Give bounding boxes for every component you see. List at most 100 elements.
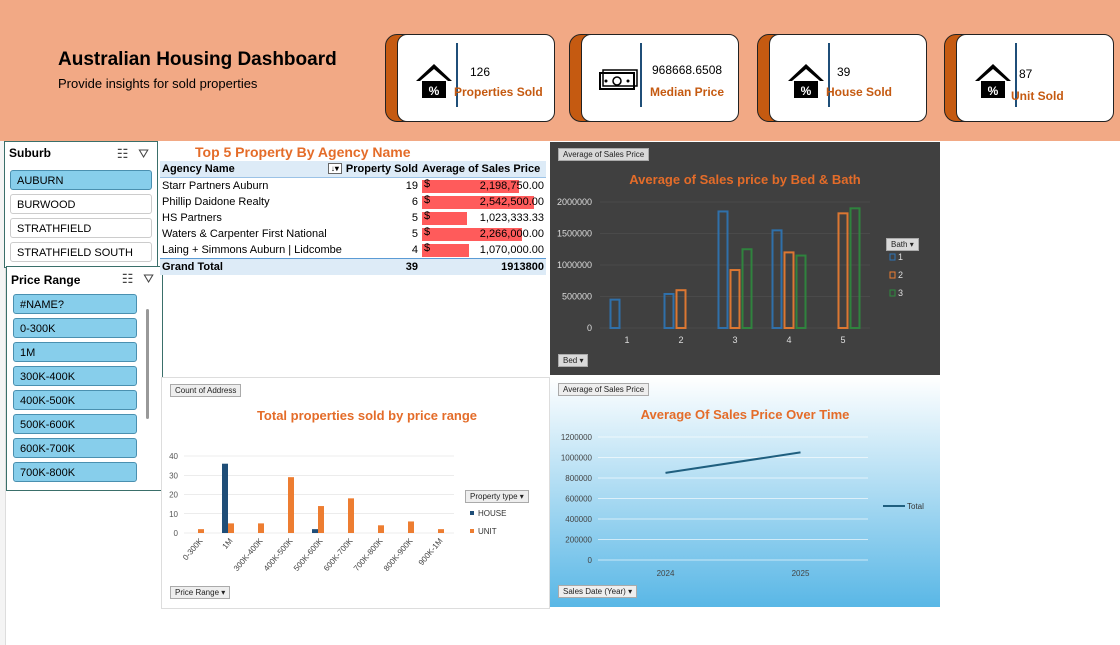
legend-swatch [470,511,474,515]
kpi-card-median-price[interactable]: 968668.6508 Median Price [569,34,739,122]
y-tick-label: 1200000 [561,433,593,442]
kpi-card-unit-sold[interactable]: % 87 Unit Sold [944,34,1114,122]
bar [288,477,294,533]
column-header: Average of Sales Price [420,161,546,178]
slicer-item[interactable]: 500K-600K [13,414,137,434]
bar [663,292,675,329]
slicer-item-strathfield[interactable]: STRATHFIELD [10,218,152,238]
legend-swatch [889,289,896,297]
legend-field-button[interactable]: Property type ▾ [465,490,529,503]
y-tick-label: 0 [588,556,593,565]
kpi-value: 87 [1019,67,1033,81]
dashboard-title: Australian Housing Dashboard [58,49,337,70]
x-tick-label: 3 [732,335,737,345]
y-tick-label: 30 [169,471,178,480]
bar [318,506,324,533]
slicer-item[interactable]: 300K-400K [13,366,137,386]
clear-filter-icon[interactable]: ⛛ [143,271,154,286]
bar [258,523,264,533]
slicer-item-auburn[interactable]: AUBURN [10,170,152,190]
kpi-card-properties-sold[interactable]: % 126 Properties Sold [385,34,555,122]
house-percent-icon: % [788,64,824,98]
y-tick-label: 10 [169,510,178,519]
pivot-title: Top 5 Property By Agency Name [195,144,411,160]
slicer-title: Suburb [9,146,51,160]
table-row[interactable]: HS Partners 5 $1,023,333.33 [160,210,546,226]
multi-select-icon[interactable]: ☷ [117,146,129,161]
sort-filter-icon[interactable]: ↓▾ [327,163,342,174]
legend-label: 3 [898,288,903,298]
clear-filter-icon[interactable]: ⛛ [138,146,149,161]
x-tick-label: 1M [220,536,234,551]
chart-over-time-panel[interactable]: Average of Sales Price Average Of Sales … [550,377,940,607]
y-tick-label: 600000 [565,495,592,504]
axis-field-button[interactable]: Bed ▾ [558,354,589,367]
legend-field-button[interactable]: Bath ▾ [886,238,919,251]
legend-label: 2 [898,270,903,280]
table-row[interactable]: Phillip Daidone Realty 6 $2,542,500.00 [160,194,546,210]
y-tick-label: 2000000 [557,197,592,207]
svg-text:%: % [801,84,812,98]
x-tick-label: 300K-400K [232,536,265,573]
axis-field-button[interactable]: Price Range ▾ [170,586,231,599]
y-tick-label: 200000 [565,536,592,545]
kpi-value: 39 [837,65,851,79]
legend-label: UNIT [478,527,497,536]
legend-swatch [889,253,896,261]
bar [222,463,228,533]
bar [438,529,444,533]
slicer-item[interactable]: 1M [13,342,137,362]
over-time-chart: 0 200000 400000 600000 800000 1000000 1200000 2… [561,433,924,578]
slicer-item-strathfield-south[interactable]: STRATHFIELD SOUTH [10,242,152,262]
y-tick-label: 20 [169,491,178,500]
slicer-item[interactable]: 700K-800K [13,462,137,482]
kpi-card-house-sold[interactable]: % 39 House Sold [757,34,927,122]
column-header: Property Sold [343,161,421,178]
kpi-value: 126 [470,65,491,79]
slicer-item[interactable]: #NAME? [13,294,137,314]
svg-text:%: % [429,84,440,98]
y-tick-label: 1000000 [561,454,593,463]
x-tick-label: 5 [840,335,845,345]
bar [717,210,729,329]
axis-field-button[interactable]: Sales Date (Year) ▾ [558,585,638,598]
column-header: Agency Name ↓▾ [160,161,344,178]
kpi-label: Unit Sold [1011,89,1064,103]
slicer-title: Price Range [11,273,81,287]
slicer-item[interactable]: 400K-500K [13,390,137,410]
bar [378,525,384,533]
y-tick-label: 0 [174,529,179,538]
grand-total-row: Grand Total 39 1913800 [160,258,546,275]
bar [729,269,741,329]
slicer-item[interactable]: 0-300K [13,318,137,338]
house-percent-icon: % [416,64,452,98]
bar [837,212,849,329]
slicer-item-burwood[interactable]: BURWOOD [10,194,152,214]
table-row[interactable]: Starr Partners Auburn 19 $2,198,750.00 [160,178,546,195]
slicer-scrollbar[interactable] [146,309,149,419]
bar [795,254,807,329]
bar [408,521,414,533]
y-tick-label: 800000 [565,474,592,483]
chart-price-range-panel[interactable]: Count of Address Total properties sold b… [161,377,550,609]
table-row[interactable]: Laing + Simmons Auburn | Lidcombe 4 $1,0… [160,242,546,259]
x-tick-label: 2024 [657,569,675,578]
legend-swatch [889,271,896,279]
price-range-slicer[interactable]: Price Range ☷ ⛛ #NAME? 0-300K 1M 300K-40… [6,266,163,491]
x-tick-label: 800K-900K [382,536,415,573]
multi-select-icon[interactable]: ☷ [122,271,134,286]
slicer-item[interactable]: 600K-700K [13,438,137,458]
suburb-slicer[interactable]: Suburb ☷ ⛛ AUBURN BURWOOD STRATHFIELD ST… [4,141,158,268]
y-tick-label: 1500000 [557,229,592,239]
x-tick-label: 1 [624,335,629,345]
table-row[interactable]: Waters & Carpenter First National 5 $2,2… [160,226,546,242]
y-tick-label: 400000 [565,515,592,524]
x-tick-label: 500K-600K [292,536,325,573]
x-tick-label: 700K-800K [352,536,385,573]
chart-bed-bath-panel[interactable]: Average of Sales Price Average of Sales … [550,142,940,375]
y-tick-label: 40 [169,452,178,461]
bar [771,229,783,329]
money-icon [599,69,638,90]
bar [849,207,861,329]
x-tick-label: 2 [678,335,683,345]
